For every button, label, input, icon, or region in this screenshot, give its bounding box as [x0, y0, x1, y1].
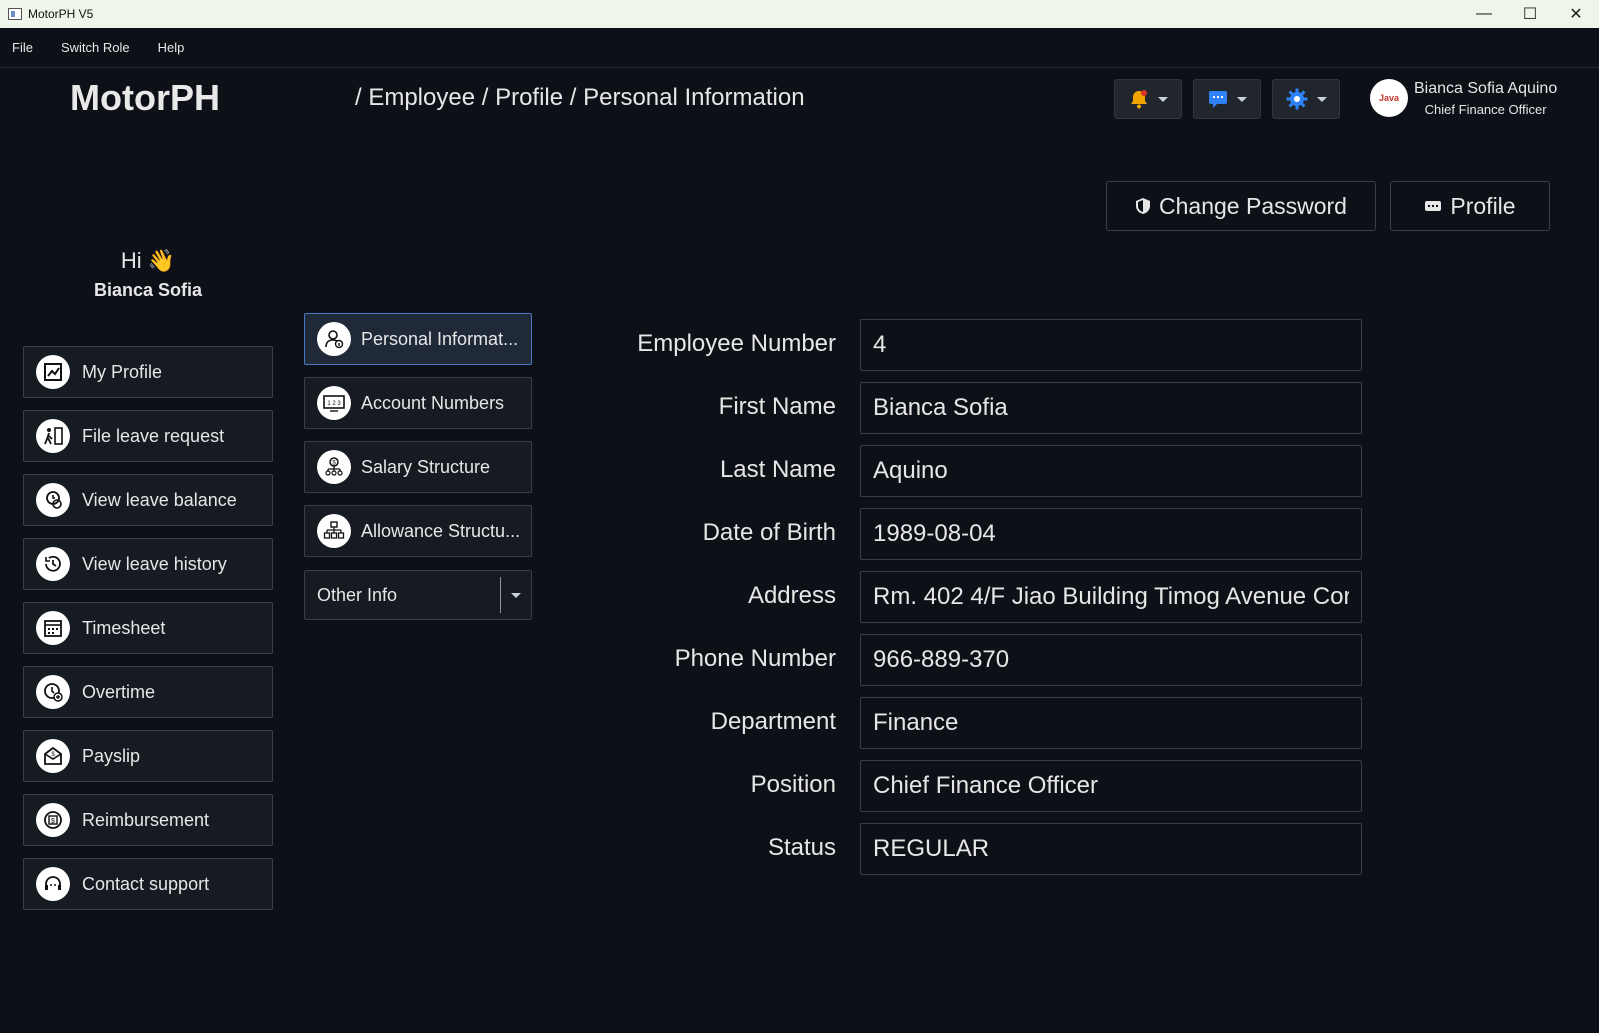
- sidebar-item-reimbursement[interactable]: $ Reimbursement: [23, 794, 273, 846]
- tab-salary-structure[interactable]: $ Salary Structure: [304, 441, 532, 493]
- brand-title: MotorPH: [70, 77, 220, 118]
- chat-icon: [1207, 88, 1229, 110]
- sidebar-item-view-leave-history[interactable]: View leave history: [23, 538, 273, 590]
- label-position: Position: [750, 771, 836, 798]
- greeting-name: Bianca Sofia: [93, 280, 203, 300]
- menu-switch-role[interactable]: Switch Role: [61, 40, 130, 55]
- payslip-icon: $: [36, 739, 70, 773]
- window-title: MotorPH V5: [28, 7, 94, 21]
- notifications-button[interactable]: [1114, 79, 1182, 119]
- date-of-birth-field[interactable]: [860, 508, 1362, 560]
- tab-account-numbers[interactable]: 1 2 3 Account Numbers: [304, 377, 532, 429]
- user-info-icon: [317, 322, 351, 356]
- chevron-down-icon: [1158, 96, 1168, 102]
- tab-personal-information[interactable]: Personal Informat...: [304, 313, 532, 365]
- window-controls: — ☐ ✕: [1461, 0, 1599, 28]
- sidebar-item-payslip[interactable]: $ Payslip: [23, 730, 273, 782]
- sidebar-item-timesheet[interactable]: Timesheet: [23, 602, 273, 654]
- chevron-down-icon[interactable]: [501, 592, 531, 598]
- bell-icon: [1128, 88, 1150, 110]
- label-date-of-birth: Date of Birth: [702, 519, 836, 546]
- headset-icon: [36, 867, 70, 901]
- reimbursement-icon: $: [36, 803, 70, 837]
- sidebar-item-my-profile[interactable]: My Profile: [23, 346, 273, 398]
- leave-balance-icon: [36, 483, 70, 517]
- chevron-down-icon: [1317, 96, 1327, 102]
- app-window-icon: [8, 8, 22, 20]
- sidebar-item-overtime[interactable]: Overtime: [23, 666, 273, 718]
- sidebar-item-view-leave-balance[interactable]: View leave balance: [23, 474, 273, 526]
- phone-number-field[interactable]: [860, 634, 1362, 686]
- label-phone-number: Phone Number: [674, 645, 836, 672]
- other-info-label: Other Info: [317, 584, 398, 605]
- position-field[interactable]: [860, 760, 1362, 812]
- chart-icon: [36, 355, 70, 389]
- greeting-hi: Hi 👋: [120, 248, 176, 273]
- label-first-name: First Name: [718, 393, 836, 420]
- user-role: Chief Finance Officer: [1424, 101, 1547, 117]
- menu-help[interactable]: Help: [158, 40, 185, 55]
- settings-button[interactable]: [1272, 79, 1340, 119]
- clock-plus-icon: [36, 675, 70, 709]
- address-field[interactable]: [860, 571, 1362, 623]
- status-field[interactable]: [860, 823, 1362, 875]
- svg-text:$: $: [51, 818, 55, 825]
- avatar: Java: [1370, 79, 1408, 117]
- employee-number-field[interactable]: [860, 319, 1362, 371]
- title-bar: MotorPH V5 — ☐ ✕: [0, 0, 1599, 28]
- history-icon: [36, 547, 70, 581]
- leave-request-icon: [36, 419, 70, 453]
- label-employee-number: Employee Number: [637, 330, 836, 357]
- hierarchy-icon: [317, 514, 351, 548]
- label-last-name: Last Name: [719, 456, 836, 483]
- greeting: Hi 👋 Bianca Sofia: [23, 248, 273, 301]
- user-card[interactable]: Java Bianca Sofia Aquino Chief Finance O…: [1370, 79, 1557, 117]
- label-status: Status: [767, 834, 836, 861]
- close-button[interactable]: ✕: [1553, 0, 1599, 28]
- change-password-button[interactable]: Change Password: [1106, 181, 1376, 231]
- salary-icon: $: [317, 450, 351, 484]
- sidebar-item-file-leave-request[interactable]: File leave request: [23, 410, 273, 462]
- sidebar-item-contact-support[interactable]: Contact support: [23, 858, 273, 910]
- department-field[interactable]: [860, 697, 1362, 749]
- label-address: Address: [747, 582, 836, 609]
- label-department: Department: [710, 708, 836, 735]
- calendar-icon: [36, 611, 70, 645]
- last-name-field[interactable]: [860, 445, 1362, 497]
- id-card-icon: [1424, 199, 1442, 213]
- svg-text:1 2 3: 1 2 3: [327, 401, 341, 407]
- breadcrumb: / Employee / Profile / Personal Informat…: [355, 84, 805, 111]
- tab-allowance-structure[interactable]: Allowance Structu...: [304, 505, 532, 557]
- shield-icon: [1135, 197, 1151, 215]
- messages-button[interactable]: [1193, 79, 1261, 119]
- other-info-dropdown[interactable]: Other Info: [304, 570, 532, 620]
- menu-file[interactable]: File: [12, 40, 33, 55]
- user-name: Bianca Sofia Aquino: [1414, 79, 1558, 97]
- chevron-down-icon: [1237, 96, 1247, 102]
- minimize-button[interactable]: —: [1461, 0, 1507, 28]
- profile-button[interactable]: Profile: [1390, 181, 1550, 231]
- maximize-button[interactable]: ☐: [1507, 0, 1553, 28]
- gear-icon: [1285, 87, 1309, 111]
- numbers-icon: 1 2 3: [317, 386, 351, 420]
- first-name-field[interactable]: [860, 382, 1362, 434]
- menu-bar: File Switch Role Help: [0, 28, 1599, 68]
